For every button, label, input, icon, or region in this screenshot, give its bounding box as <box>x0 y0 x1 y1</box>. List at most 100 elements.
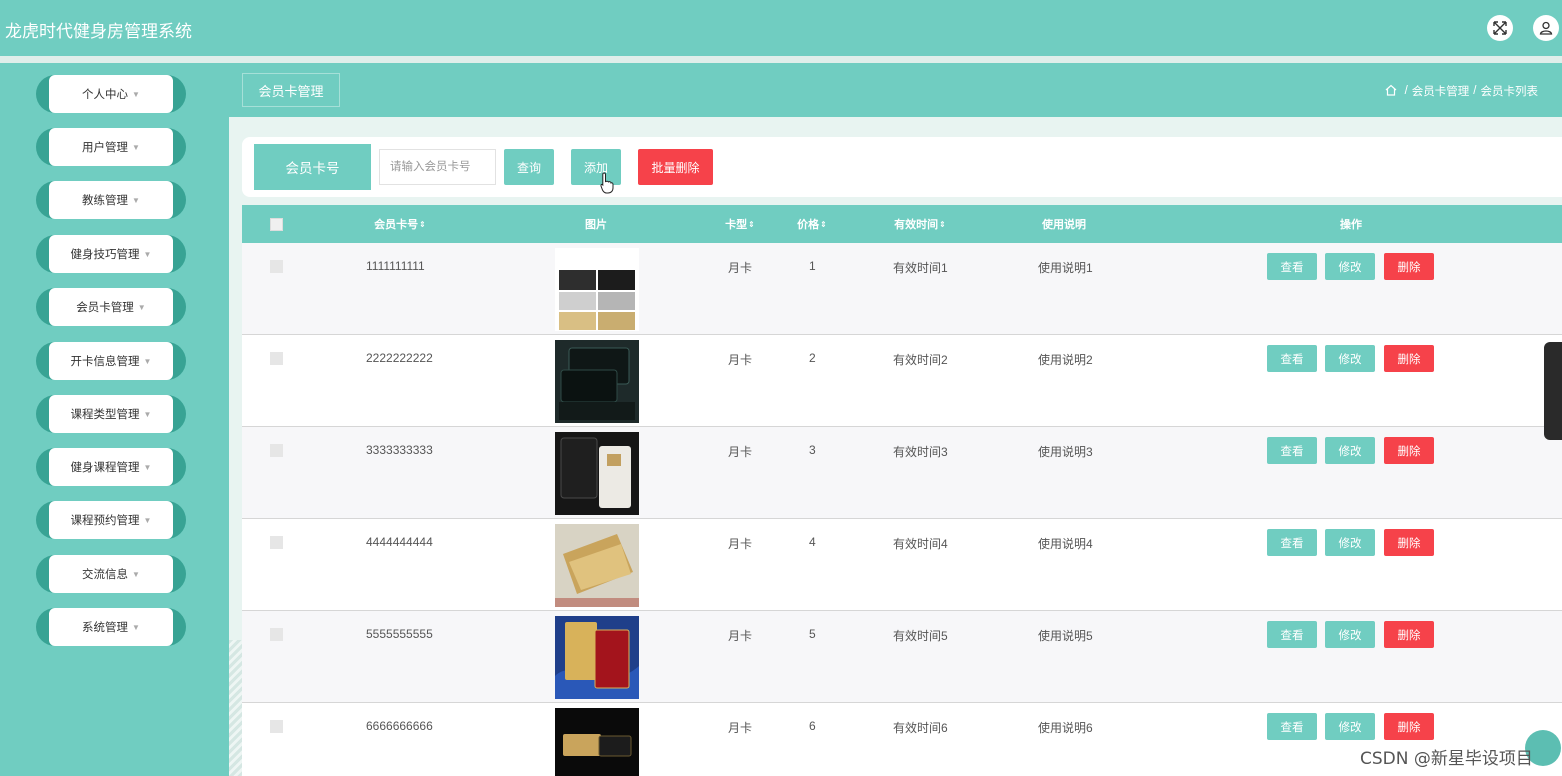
sidebar-item-course-booking[interactable]: 课程预约管理 ▼ <box>36 501 186 539</box>
batch-delete-button[interactable]: 批量删除 <box>638 149 713 185</box>
view-button[interactable]: 查看 <box>1267 529 1317 556</box>
membership-card-table: 会员卡号 ⇕ 图片 卡型 ⇕ 价格 ⇕ 有效时间 ⇕ 使用说明 操作 111111111… <box>242 205 1562 776</box>
edit-button[interactable]: 修改 <box>1325 253 1375 280</box>
usage-cell: 使用说明1 <box>1038 261 1093 275</box>
user-button[interactable] <box>1533 15 1559 41</box>
sort-icon[interactable]: ⇕ <box>820 220 827 229</box>
sidebar-item-card-opening[interactable]: 开卡信息管理 ▼ <box>36 342 186 380</box>
card-type-cell: 月卡 <box>728 353 753 367</box>
card-no-cell: 2222222222 <box>366 351 433 365</box>
edit-button[interactable]: 修改 <box>1325 529 1375 556</box>
valid-time-cell: 有效时间5 <box>893 629 948 643</box>
card-type-cell: 月卡 <box>728 261 753 275</box>
sidebar-item-membership-cards[interactable]: 会员卡管理 ▼ <box>36 288 186 326</box>
page-tab[interactable]: 会员卡管理 <box>242 73 340 107</box>
caret-down-icon: ▼ <box>143 249 152 259</box>
column-header-card-no[interactable]: 会员卡号 ⇕ <box>374 205 426 243</box>
card-thumbnail-image[interactable] <box>555 432 639 515</box>
breadcrumb-item: 会员卡列表 <box>1480 85 1539 98</box>
delete-button[interactable]: 删除 <box>1384 437 1434 464</box>
price-cell: 3 <box>809 443 816 457</box>
fullscreen-icon <box>1493 21 1507 35</box>
sort-icon[interactable]: ⇕ <box>419 220 426 229</box>
breadcrumb-item[interactable]: 会员卡管理 <box>1412 83 1470 99</box>
view-button[interactable]: 查看 <box>1267 345 1317 372</box>
side-scroll-handle[interactable] <box>1544 342 1562 440</box>
row-checkbox[interactable] <box>270 260 283 273</box>
sidebar-item-fitness-tips[interactable]: 健身技巧管理 ▼ <box>36 235 186 273</box>
delete-button[interactable]: 删除 <box>1384 253 1434 280</box>
search-label: 会员卡号 <box>254 144 371 190</box>
sidebar-item-users[interactable]: 用户管理 ▼ <box>36 128 186 166</box>
sidebar-item-label: 开卡信息管理 <box>70 356 140 368</box>
column-header-card-type[interactable]: 卡型 ⇕ <box>725 205 755 243</box>
edit-button[interactable]: 修改 <box>1325 437 1375 464</box>
sidebar-item-fitness-courses[interactable]: 健身课程管理 ▼ <box>36 448 186 486</box>
fullscreen-button[interactable] <box>1487 15 1513 41</box>
sidebar-item-personal-center[interactable]: 个人中心 ▼ <box>36 75 186 113</box>
table-row: 2222222222 月卡 2 有效时间2 使用说明2 查看 修改 删除 <box>242 335 1562 427</box>
select-all-checkbox[interactable] <box>270 218 283 231</box>
caret-down-icon: ▼ <box>132 195 140 205</box>
sidebar-item-label: 交流信息 <box>82 569 129 581</box>
card-thumbnail-image[interactable] <box>555 340 639 423</box>
view-button[interactable]: 查看 <box>1267 713 1317 740</box>
sidebar-item-system[interactable]: 系统管理 ▼ <box>36 608 186 646</box>
delete-button[interactable]: 删除 <box>1384 713 1434 740</box>
card-thumbnail-image[interactable] <box>555 616 639 699</box>
valid-time-cell: 有效时间2 <box>893 353 948 367</box>
usage-cell: 使用说明4 <box>1038 537 1093 551</box>
caret-down-icon: ▼ <box>143 356 152 366</box>
sort-icon[interactable]: ⇕ <box>748 220 755 229</box>
sidebar-item-label: 教练管理 <box>82 195 129 207</box>
card-no-cell: 6666666666 <box>366 719 433 733</box>
column-header-price[interactable]: 价格 ⇕ <box>797 205 827 243</box>
sort-icon[interactable]: ⇕ <box>939 220 946 229</box>
sidebar-item-coaches[interactable]: 教练管理 ▼ <box>36 181 186 219</box>
price-cell: 1 <box>809 259 816 273</box>
column-header-image: 图片 <box>585 219 607 231</box>
delete-button[interactable]: 删除 <box>1384 345 1434 372</box>
caret-down-icon: ▼ <box>137 302 146 312</box>
sidebar-item-label: 系统管理 <box>82 622 129 634</box>
row-checkbox[interactable] <box>270 720 283 733</box>
edit-button[interactable]: 修改 <box>1325 621 1375 648</box>
card-thumbnail-image[interactable] <box>555 248 639 331</box>
sidebar-item-label: 用户管理 <box>82 142 129 154</box>
top-header: 龙虎时代健身房管理系统 <box>0 0 1562 56</box>
row-checkbox[interactable] <box>270 444 283 457</box>
query-button[interactable]: 查询 <box>504 149 554 185</box>
card-type-cell: 月卡 <box>728 721 753 735</box>
view-button[interactable]: 查看 <box>1267 437 1317 464</box>
breadcrumb-bar: 会员卡管理 / 会员卡管理 / 会员卡列表 <box>229 63 1562 117</box>
edit-button[interactable]: 修改 <box>1325 345 1375 372</box>
app-title: 龙虎时代健身房管理系统 <box>5 22 192 41</box>
home-icon[interactable] <box>1385 82 1401 99</box>
caret-down-icon: ▼ <box>143 462 152 472</box>
sidebar-item-label: 健身技巧管理 <box>70 249 140 261</box>
card-no-cell: 4444444444 <box>366 535 433 549</box>
card-thumbnail-image[interactable] <box>555 708 639 776</box>
row-checkbox[interactable] <box>270 352 283 365</box>
delete-button[interactable]: 删除 <box>1384 621 1434 648</box>
card-number-search-input[interactable] <box>379 149 496 185</box>
view-button[interactable]: 查看 <box>1267 253 1317 280</box>
table-row: 5555555555 月卡 5 有效时间5 使用说明5 查看 修改 删除 <box>242 611 1562 703</box>
column-header-valid-time[interactable]: 有效时间 ⇕ <box>894 205 946 243</box>
row-checkbox[interactable] <box>270 628 283 641</box>
usage-cell: 使用说明6 <box>1038 721 1093 735</box>
usage-cell: 使用说明3 <box>1038 445 1093 459</box>
usage-cell: 使用说明2 <box>1038 353 1093 367</box>
caret-down-icon: ▼ <box>132 142 140 152</box>
view-button[interactable]: 查看 <box>1267 621 1317 648</box>
delete-button[interactable]: 删除 <box>1384 529 1434 556</box>
sidebar-item-course-types[interactable]: 课程类型管理 ▼ <box>36 395 186 433</box>
table-row: 1111111111 月卡 1 有效时间1 使用说明1 查看 修改 删除 <box>242 243 1562 335</box>
card-type-cell: 月卡 <box>728 629 753 643</box>
row-checkbox[interactable] <box>270 536 283 549</box>
sidebar-item-messages[interactable]: 交流信息 ▼ <box>36 555 186 593</box>
edit-button[interactable]: 修改 <box>1325 713 1375 740</box>
card-no-cell: 1111111111 <box>366 259 425 273</box>
card-type-cell: 月卡 <box>728 537 753 551</box>
card-thumbnail-image[interactable] <box>555 524 639 607</box>
